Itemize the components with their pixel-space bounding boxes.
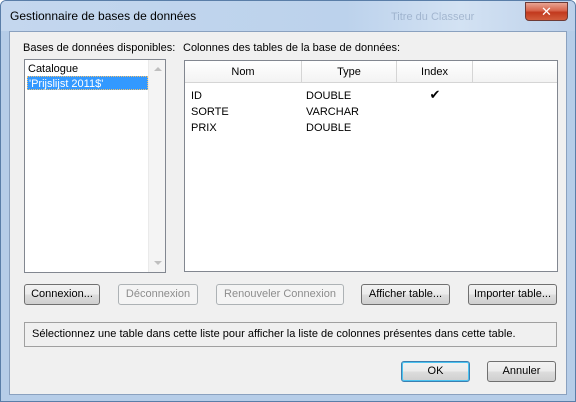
row-name: SORTE xyxy=(191,106,229,118)
row-name: PRIX xyxy=(191,122,217,134)
status-message: Sélectionnez une table dans cette liste … xyxy=(24,322,557,347)
scroll-down-arrow-icon[interactable] xyxy=(154,261,162,265)
window-title: Gestionnaire de bases de données xyxy=(10,9,197,23)
index-check-icon: ✔ xyxy=(429,87,441,102)
database-item-catalogue[interactable]: Catalogue xyxy=(27,62,78,76)
import-table-button[interactable]: Importer table... xyxy=(468,284,557,305)
row-type: VARCHAR xyxy=(306,106,359,118)
close-button[interactable]: ✕ xyxy=(525,2,568,21)
reconnect-button[interactable]: Renouveler Connexion xyxy=(216,284,344,305)
connect-button[interactable]: Connexion... xyxy=(24,284,100,305)
dialog-window: Gestionnaire de bases de données Titre d… xyxy=(0,0,576,402)
columns-label: Colonnes des tables de la base de donnée… xyxy=(183,42,401,54)
close-icon: ✕ xyxy=(541,4,552,19)
database-item-prijslijst[interactable]: 'Prijslijst 2011$' xyxy=(27,76,148,90)
row-type: DOUBLE xyxy=(306,90,352,102)
databases-listbox[interactable]: Catalogue 'Prijslijst 2011$' xyxy=(24,59,166,273)
databases-scrollbar[interactable] xyxy=(148,60,165,272)
title-bar[interactable]: Gestionnaire de bases de données Titre d… xyxy=(1,1,575,31)
columns-table[interactable]: Nom Type Index ID DOUBLE ✔ SORTE VARCHAR… xyxy=(184,60,558,272)
disconnect-button[interactable]: Déconnexion xyxy=(118,284,198,305)
databases-label: Bases de données disponibles: xyxy=(23,42,176,54)
column-header-index[interactable]: Index xyxy=(397,61,473,83)
scroll-up-arrow-icon[interactable] xyxy=(154,67,162,71)
dialog-content: Bases de données disponibles: Catalogue … xyxy=(9,31,567,395)
columns-table-header: Nom Type Index xyxy=(185,61,557,83)
column-header-nom[interactable]: Nom xyxy=(185,61,302,83)
column-header-type[interactable]: Type xyxy=(302,61,397,83)
background-window-title: Titre du Classeur xyxy=(391,11,475,23)
row-type: DOUBLE xyxy=(306,122,352,134)
ok-button[interactable]: OK xyxy=(401,361,470,382)
cancel-button[interactable]: Annuler xyxy=(487,361,556,382)
show-table-button[interactable]: Afficher table... xyxy=(361,284,450,305)
row-name: ID xyxy=(191,90,202,102)
